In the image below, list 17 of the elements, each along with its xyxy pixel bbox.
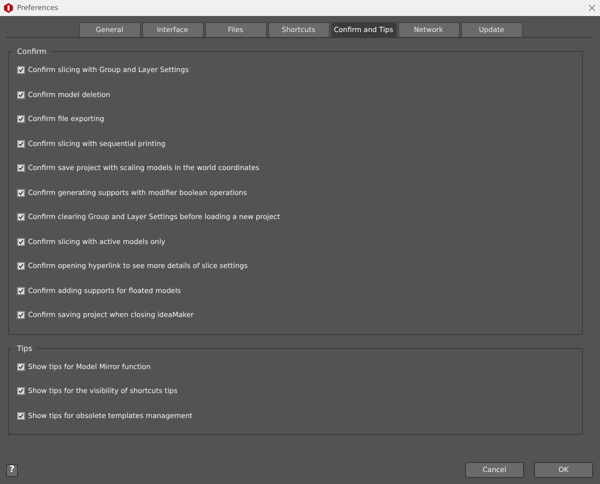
checkbox[interactable] (17, 412, 25, 420)
checkbox[interactable] (17, 362, 25, 371)
checkbox[interactable] (17, 311, 25, 320)
checkbox[interactable] (17, 188, 25, 197)
close-icon[interactable] (588, 4, 596, 12)
checkbox[interactable] (17, 238, 25, 246)
checkbox[interactable] (17, 115, 25, 124)
checkbox[interactable] (17, 213, 25, 222)
help-button[interactable]: ? (6, 464, 18, 476)
checkbox[interactable] (17, 387, 25, 396)
checkbox[interactable] (17, 286, 25, 295)
checkbox[interactable] (17, 90, 25, 99)
app-logo-icon (4, 3, 13, 13)
checkbox[interactable] (17, 164, 25, 172)
checkbox[interactable] (17, 66, 25, 74)
checkbox[interactable] (17, 140, 25, 148)
checkbox[interactable] (17, 262, 25, 270)
